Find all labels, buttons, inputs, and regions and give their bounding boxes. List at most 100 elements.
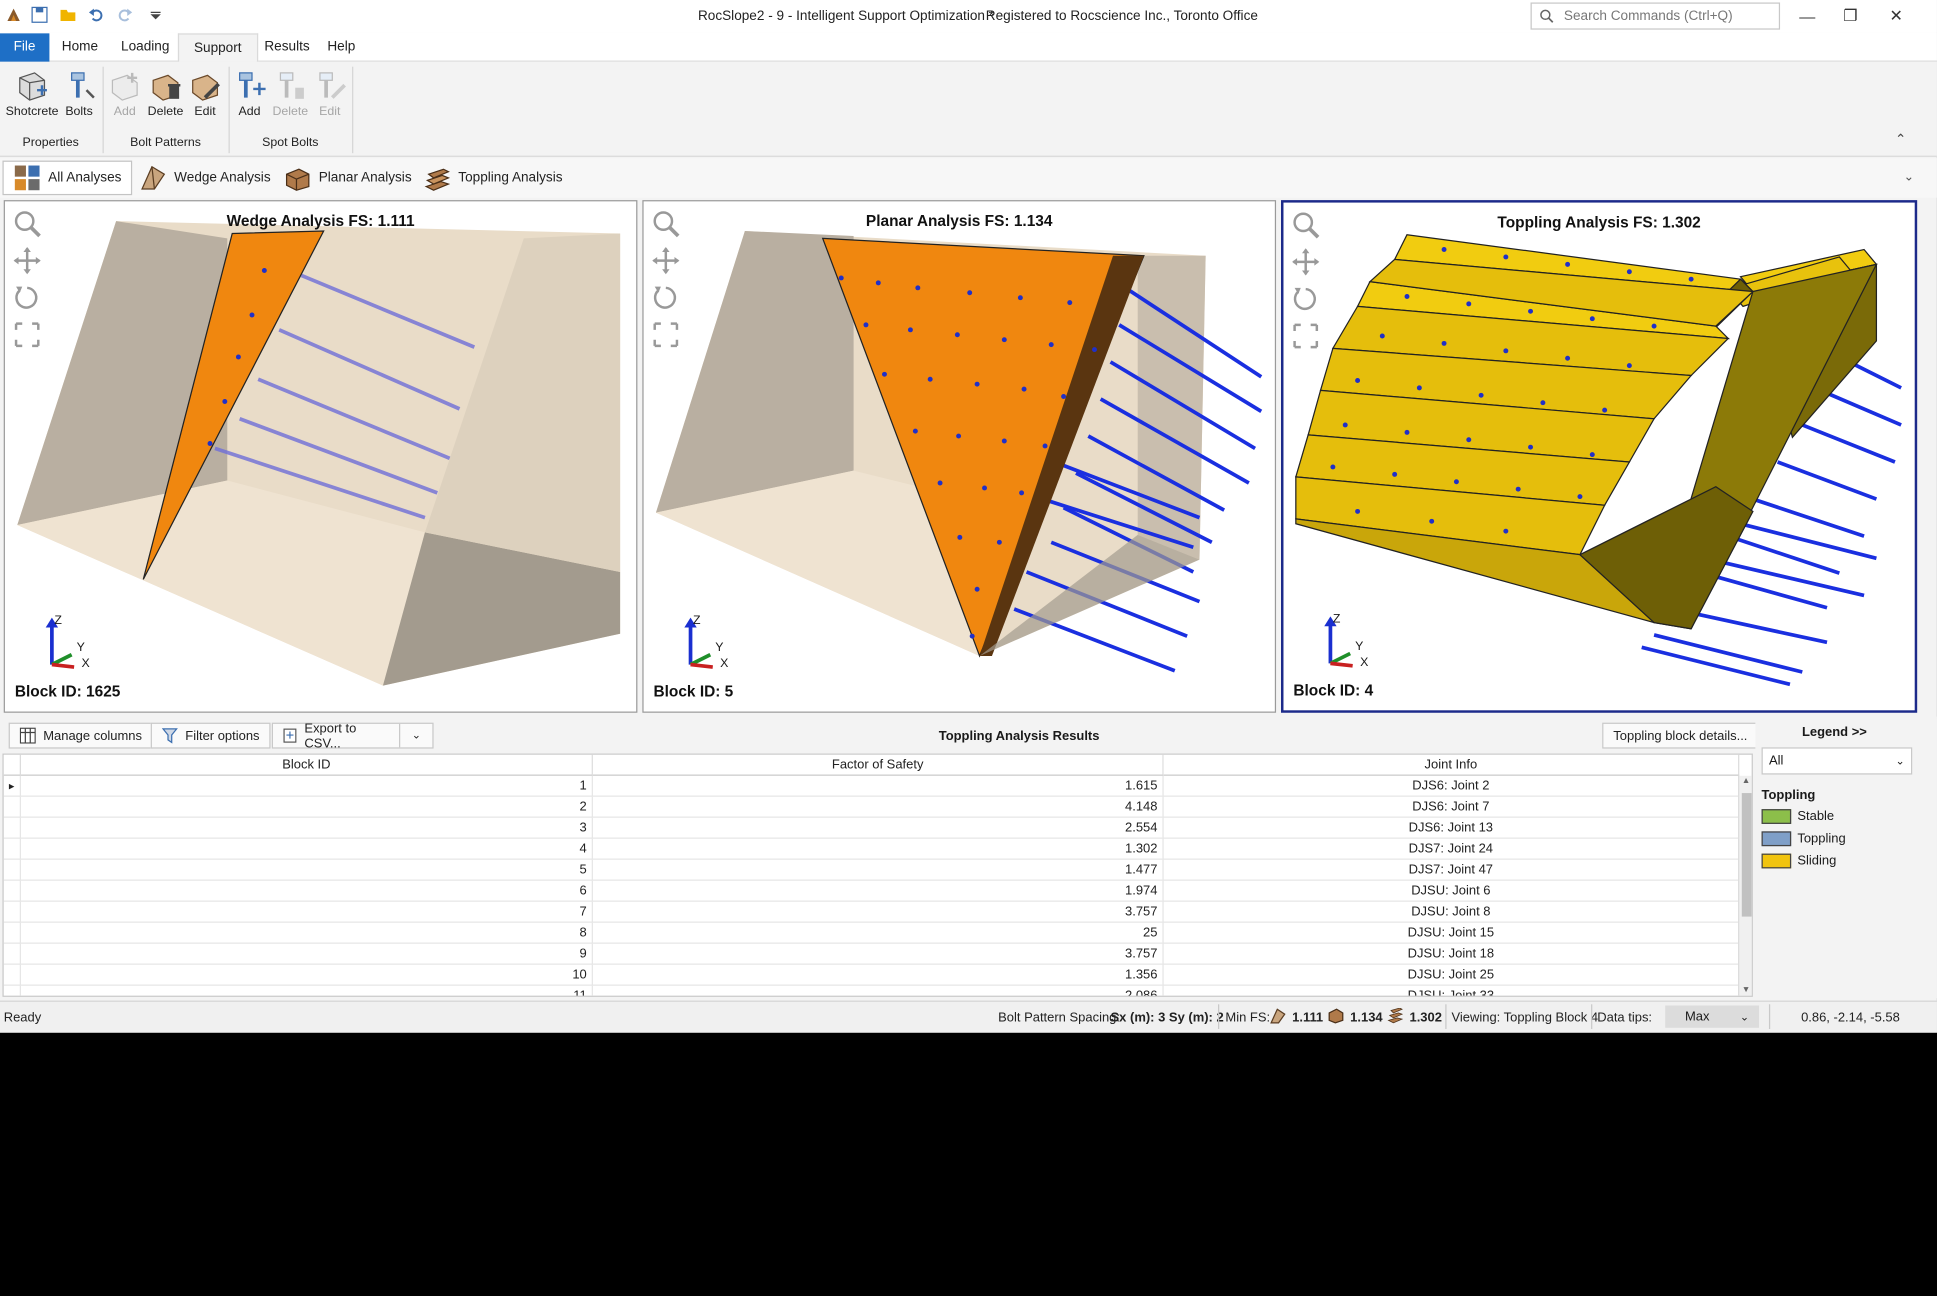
toppling-viewport[interactable]: Toppling Analysis FS: 1.302 Z Y X Block … bbox=[1281, 200, 1918, 713]
table-row[interactable]: 6 1.974 DJSU: Joint 6 bbox=[3, 880, 1740, 902]
cell-joint-info: DJS7: Joint 24 bbox=[1164, 838, 1740, 860]
status-separator bbox=[1445, 1004, 1447, 1030]
minimize-button[interactable]: — bbox=[1785, 0, 1829, 32]
legend-item-sliding: Sliding bbox=[1761, 853, 1836, 869]
menu-support[interactable]: Support bbox=[177, 33, 258, 62]
group-spot-bolts-label: Spot Bolts bbox=[262, 135, 319, 150]
filter-options-button[interactable]: Filter options bbox=[150, 722, 271, 749]
pan-icon[interactable] bbox=[12, 246, 42, 276]
tabs-dropdown-icon[interactable]: ⌄ bbox=[1904, 170, 1914, 184]
row-header[interactable] bbox=[4, 901, 22, 923]
undo-icon[interactable] bbox=[86, 5, 106, 25]
tab-all-analyses-label: All Analyses bbox=[48, 170, 122, 186]
redo-icon[interactable] bbox=[115, 5, 135, 25]
row-header[interactable] bbox=[4, 859, 22, 881]
axis-x-label: X bbox=[81, 657, 90, 671]
row-header[interactable] bbox=[4, 796, 22, 818]
data-tips-select[interactable]: Max ⌄ bbox=[1665, 1005, 1760, 1028]
row-header[interactable] bbox=[4, 943, 22, 965]
table-row[interactable]: 9 3.757 DJSU: Joint 18 bbox=[3, 943, 1740, 965]
spot-bolt-edit-button[interactable]: Edit bbox=[301, 68, 358, 120]
table-scrollbar[interactable]: ▲ ▼ bbox=[1738, 775, 1752, 996]
scrollbar-thumb[interactable] bbox=[1741, 793, 1752, 917]
menu-home[interactable]: Home bbox=[47, 33, 113, 61]
wedge-viewport[interactable]: Wedge Analysis FS: 1.111 Z Y X Block ID:… bbox=[3, 200, 638, 713]
group-properties-label: Properties bbox=[22, 135, 79, 150]
row-header[interactable] bbox=[4, 922, 22, 944]
table-row[interactable]: 8 25 DJSU: Joint 15 bbox=[3, 922, 1740, 944]
status-separator bbox=[1218, 1004, 1220, 1030]
planar-viewport[interactable]: Planar Analysis FS: 1.134 Z Y X Block ID… bbox=[642, 200, 1277, 713]
toppling-block-details-button[interactable]: Toppling block details... bbox=[1602, 722, 1759, 749]
table-row[interactable]: 2 4.148 DJS6: Joint 7 bbox=[3, 796, 1740, 818]
zoom-icon[interactable] bbox=[12, 209, 42, 239]
export-csv-button[interactable]: Export to CSV... ⌄ bbox=[271, 720, 434, 751]
legend-toggle[interactable]: Legend >> bbox=[1755, 725, 1913, 740]
table-row[interactable]: 5 1.477 DJS7: Joint 47 bbox=[3, 859, 1740, 881]
column-header-joint-info[interactable]: Joint Info bbox=[1163, 754, 1740, 776]
toppling-analysis-icon bbox=[424, 168, 451, 191]
row-header[interactable] bbox=[4, 880, 22, 902]
wedge-fs-icon bbox=[1270, 1008, 1286, 1024]
scroll-up-icon[interactable]: ▲ bbox=[1742, 777, 1751, 786]
toppling-fs-icon bbox=[1387, 1008, 1404, 1024]
collapse-ribbon-icon[interactable]: ⌃ bbox=[1895, 131, 1906, 147]
row-header[interactable] bbox=[4, 838, 22, 860]
zoom-icon[interactable] bbox=[1291, 210, 1321, 240]
row-header[interactable] bbox=[4, 964, 22, 986]
pan-icon[interactable] bbox=[1291, 247, 1321, 277]
legend-filter-select[interactable]: All ⌄ bbox=[1761, 747, 1913, 775]
table-row[interactable]: 4 1.302 DJS7: Joint 24 bbox=[3, 838, 1740, 860]
cell-joint-info: DJSU: Joint 18 bbox=[1164, 943, 1740, 965]
rotate-icon[interactable] bbox=[12, 283, 42, 313]
rotate-icon[interactable] bbox=[651, 283, 681, 313]
restore-button[interactable]: ❐ bbox=[1828, 0, 1872, 32]
zoom-icon[interactable] bbox=[651, 209, 681, 239]
scroll-down-icon[interactable]: ▼ bbox=[1742, 986, 1751, 995]
bolt-spacing-label: Bolt Pattern Spacing: bbox=[998, 1010, 1120, 1026]
column-header-factor-of-safety[interactable]: Factor of Safety bbox=[592, 754, 1164, 776]
table-row[interactable]: 11 2.086 DJSU: Joint 33 bbox=[4, 985, 1740, 996]
application-window: RocSlope2 - 9 - Intelligent Support Opti… bbox=[0, 0, 1937, 1033]
table-row[interactable]: 10 1.356 DJSU: Joint 25 bbox=[3, 964, 1740, 986]
save-icon[interactable] bbox=[30, 5, 50, 25]
pan-icon[interactable] bbox=[651, 246, 681, 276]
cell-joint-info: DJSU: Joint 8 bbox=[1164, 901, 1740, 923]
table-row[interactable]: ▸ 1 1.615 DJS6: Joint 2 bbox=[3, 775, 1740, 797]
planar-fs-icon bbox=[1328, 1008, 1344, 1024]
table-row[interactable]: 7 3.757 DJSU: Joint 8 bbox=[3, 901, 1740, 923]
tab-toppling-analysis[interactable]: Toppling Analysis bbox=[414, 161, 573, 196]
close-button[interactable]: ✕ bbox=[1874, 0, 1918, 32]
table-title: Toppling Analysis Results bbox=[938, 728, 1100, 744]
cursor-coordinates: 0.86, -2.14, -5.58 bbox=[1801, 1010, 1900, 1026]
export-csv-label: Export to CSV... bbox=[304, 720, 357, 751]
search-commands-input[interactable]: Search Commands (Ctrl+Q) bbox=[1530, 2, 1781, 30]
rotate-icon[interactable] bbox=[1291, 284, 1321, 314]
zoom-extents-icon[interactable] bbox=[651, 320, 681, 350]
axis-z-label: Z bbox=[54, 613, 62, 628]
wedge-3d-model[interactable] bbox=[5, 201, 637, 712]
app-logo-icon[interactable] bbox=[4, 5, 24, 25]
tab-wedge-analysis[interactable]: Wedge Analysis bbox=[130, 161, 281, 196]
cell-block-id: 9 bbox=[21, 943, 593, 965]
menu-loading[interactable]: Loading bbox=[106, 33, 184, 61]
toppling-3d-model[interactable] bbox=[1283, 203, 1914, 711]
menu-help[interactable]: Help bbox=[313, 33, 371, 61]
column-header-block-id[interactable]: Block ID bbox=[21, 754, 593, 776]
zoom-extents-icon[interactable] bbox=[1291, 321, 1321, 351]
planar-3d-model[interactable] bbox=[644, 201, 1276, 712]
cell-factor-of-safety: 1.615 bbox=[593, 775, 1164, 797]
current-row-indicator-icon[interactable]: ▸ bbox=[4, 775, 22, 797]
tab-planar-analysis[interactable]: Planar Analysis bbox=[274, 161, 421, 196]
row-header[interactable] bbox=[4, 817, 22, 839]
manage-columns-button[interactable]: Manage columns bbox=[8, 722, 154, 749]
table-row[interactable]: 3 2.554 DJS6: Joint 13 bbox=[3, 817, 1740, 839]
open-folder-icon[interactable] bbox=[58, 5, 78, 25]
row-header[interactable] bbox=[4, 985, 22, 996]
toppling-block-details-label: Toppling block details... bbox=[1613, 728, 1748, 744]
tab-all-analyses[interactable]: All Analyses bbox=[2, 160, 133, 196]
menu-file[interactable]: File bbox=[0, 33, 50, 62]
customize-toolbar-icon[interactable] bbox=[146, 5, 166, 25]
zoom-extents-icon[interactable] bbox=[12, 320, 42, 350]
export-dropdown-icon[interactable]: ⌄ bbox=[399, 723, 432, 748]
